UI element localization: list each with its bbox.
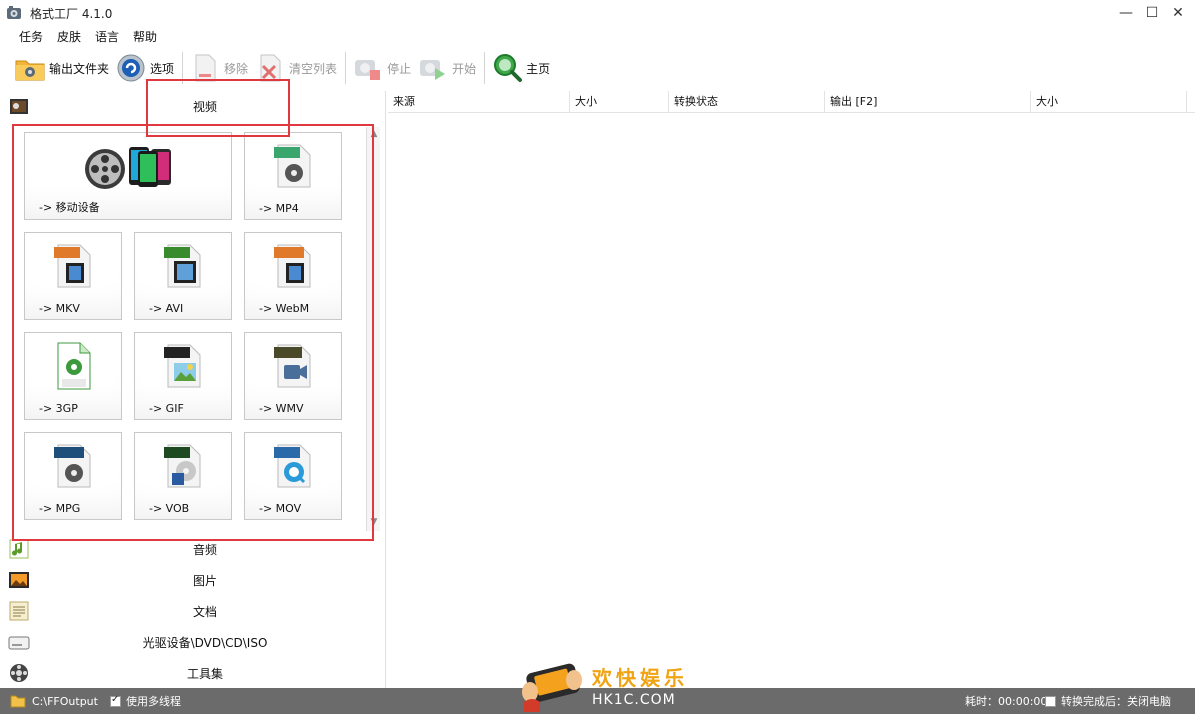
clear-list-label: 清空列表 [289, 61, 338, 76]
audio-category-icon [9, 539, 29, 559]
watermark-url: HK1C.COM [592, 692, 676, 708]
after-convert-toggle[interactable]: 转换完成后：关闭电脑 [1045, 688, 1171, 714]
tools-category-icon [10, 664, 28, 682]
stop-icon [355, 60, 381, 80]
elapsed-time-text: 耗时：00:00:00 [965, 695, 1048, 708]
category-audio-label: 音频 [192, 542, 217, 557]
multithread-label: 使用多线程 [126, 695, 181, 708]
column-size[interactable]: 大小 [570, 91, 669, 113]
format-factory-app-icon [7, 6, 21, 19]
remove-label: 移除 [224, 61, 249, 76]
category-optical-drive[interactable]: 光驱设备\DVD\CD\ISO [0, 627, 386, 657]
category-image[interactable]: 图片 [0, 565, 386, 595]
category-image-label: 图片 [192, 573, 217, 588]
column-source[interactable]: 来源 [388, 91, 570, 113]
close-button[interactable]: ✕ [1163, 0, 1193, 26]
multithread-checkbox[interactable] [110, 694, 121, 707]
highlight-format-grid [12, 124, 374, 541]
toolbar-separator [345, 52, 347, 84]
category-document-label: 文档 [192, 604, 217, 619]
start-icon [420, 60, 446, 80]
menu-language[interactable]: 语言 [88, 26, 126, 46]
home-magnifier-icon [494, 54, 523, 82]
start-label: 开始 [452, 61, 477, 76]
output-folder-label: 输出文件夹 [49, 61, 110, 76]
options-label: 选项 [150, 61, 175, 76]
category-tools[interactable]: 工具集 [0, 658, 386, 688]
task-list-header: 来源 大小 转换状态 输出 [F2] 大小 [388, 91, 1195, 113]
menu-help[interactable]: 帮助 [126, 26, 164, 46]
start-button[interactable]: 开始 [417, 50, 476, 86]
menu-bar: 任务 皮肤 语言 帮助 [0, 26, 1195, 46]
window-title: 格式工厂 4.1.0 [30, 7, 113, 21]
column-output[interactable]: 输出 [F2] [825, 91, 1031, 113]
output-path-text: C:\FFOutput [32, 694, 98, 708]
category-document[interactable]: 文档 [0, 596, 386, 626]
after-convert-checkbox[interactable] [1045, 695, 1056, 707]
toolbar-separator [484, 52, 486, 84]
optical-drive-icon [8, 636, 30, 650]
column-status[interactable]: 转换状态 [669, 91, 825, 113]
multithread-toggle[interactable]: 使用多线程 [110, 688, 181, 714]
stop-label: 停止 [387, 61, 412, 76]
after-convert-label: 转换完成后：关闭电脑 [1061, 695, 1171, 708]
output-path[interactable]: C:\FFOutput [10, 688, 98, 714]
gear-icon [117, 54, 145, 82]
title-bar: 格式工厂 4.1.0 — ☐ ✕ [0, 0, 1195, 26]
category-tools-label: 工具集 [186, 666, 223, 681]
stop-button[interactable]: 停止 [352, 50, 411, 86]
elapsed-time: 耗时：00:00:00 [965, 688, 1047, 714]
home-button[interactable]: 主页 [491, 50, 550, 86]
column-output-size[interactable]: 大小 [1031, 91, 1187, 113]
watermark-title: 欢快娱乐 [592, 666, 688, 690]
video-category-icon [10, 99, 28, 114]
watermark-gamepad-logo [522, 663, 582, 712]
watermark: 欢快娱乐 HK1C.COM [520, 656, 700, 714]
document-category-icon [9, 601, 29, 621]
menu-task[interactable]: 任务 [12, 26, 50, 46]
folder-icon [15, 60, 45, 81]
task-list[interactable]: 来源 大小 转换状态 输出 [F2] 大小 [388, 91, 1195, 688]
image-category-icon [9, 572, 29, 588]
category-optical-label: 光驱设备\DVD\CD\ISO [142, 635, 268, 650]
home-label: 主页 [526, 61, 551, 76]
folder-icon [10, 695, 26, 708]
output-folder-button[interactable]: 输出文件夹 [14, 50, 109, 86]
menu-skin[interactable]: 皮肤 [50, 26, 88, 46]
